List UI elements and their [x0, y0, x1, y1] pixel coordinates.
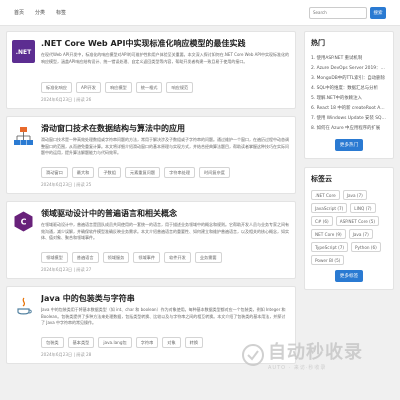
tag-cloud: .NET Core Java (7) JavaScript (7) LINQ (…: [311, 190, 387, 265]
post-tag[interactable]: 对象: [162, 337, 181, 348]
post-title[interactable]: .NET Core Web API中实现标准化响应模型的最佳实践: [41, 38, 289, 49]
post-meta: 2024年6月23日 | 阅读 26: [41, 97, 92, 102]
cloud-tag[interactable]: .NET Core: [311, 190, 340, 200]
watermark: 自动秒收录 AUTO · 来访·秒收录: [242, 338, 363, 371]
post-tag[interactable]: 响应规范: [166, 82, 194, 93]
nav-item-tags[interactable]: 标签: [56, 9, 66, 16]
post-tags: 滑动窗口 最大和 子数组 元素重复问题 字符串处理 时间复杂度: [41, 167, 289, 178]
post-list: .NET .NET Core Web API中实现标准化响应模型的最佳实践 在现…: [6, 31, 296, 371]
post-tag[interactable]: 普遍语言: [71, 252, 99, 263]
search-bar: 搜索: [309, 6, 386, 19]
post-tag[interactable]: 软件开发: [164, 252, 191, 263]
post-title[interactable]: 领域驱动设计中的普遍语言和相关概念: [41, 208, 289, 219]
post-tag[interactable]: 领域服务: [102, 252, 130, 263]
cloud-tag[interactable]: LINQ (7): [350, 203, 376, 213]
post-tag[interactable]: 标准化响应: [41, 82, 72, 93]
more-tags-button[interactable]: 更多标签: [334, 270, 364, 282]
search-input[interactable]: [309, 6, 367, 19]
cloud-tag[interactable]: Python (6): [351, 242, 381, 252]
post-tag[interactable]: 包装类: [41, 337, 64, 348]
cloud-tag[interactable]: TypeScript (7): [311, 242, 349, 252]
post-tag[interactable]: 字符串处理: [164, 167, 196, 178]
cloud-tag[interactable]: C# (6): [311, 216, 333, 226]
post-excerpt: 在现代Web API开发中，标准化的响应模型对API的可维护性和用户体验至关重要…: [41, 52, 289, 64]
hot-panel-title: 热门: [311, 39, 325, 47]
post-card: .NET .NET Core Web API中实现标准化响应模型的最佳实践 在现…: [6, 31, 296, 109]
post-tag[interactable]: java.lang包: [98, 337, 132, 348]
svg-text:.NET: .NET: [16, 49, 32, 56]
post-tag[interactable]: 基本类型: [67, 337, 95, 348]
hot-item[interactable]: 1. 使用ASP.NET 重试机制: [311, 54, 387, 64]
post-tag[interactable]: API开发: [75, 82, 101, 93]
hot-item[interactable]: 5. 理解.NET中的依赖注入: [311, 94, 387, 104]
post-tag[interactable]: 转换: [184, 337, 204, 348]
search-button[interactable]: 搜索: [370, 6, 386, 19]
post-tag[interactable]: 领域模型: [41, 252, 68, 263]
post-tag[interactable]: 统一格式: [135, 82, 163, 93]
dotnet-logo-icon[interactable]: .NET: [12, 40, 35, 63]
post-tag[interactable]: 领域事件: [133, 252, 161, 263]
hot-item[interactable]: 3. MongoDB中的TTL索引：自动删除: [311, 74, 387, 84]
post-tag[interactable]: 业务需要: [194, 252, 222, 263]
cloud-tag[interactable]: Java (7): [348, 229, 373, 239]
post-excerpt: 在领域驱动设计中，普遍语言是团队成员共同使用的一套统一的语言，用于描述业务领域中…: [41, 222, 289, 241]
watermark-logo-icon: [242, 343, 264, 366]
post-tag[interactable]: 字符串: [135, 337, 159, 348]
hot-item[interactable]: 6. React 18 中的新 createRoot API：: [311, 104, 387, 114]
post-title[interactable]: Java 中的包装类与字符串: [41, 293, 289, 304]
csharp-logo-icon[interactable]: C: [12, 210, 35, 233]
sitemap-icon[interactable]: [12, 125, 35, 148]
hot-item[interactable]: 2. Azure DevOps Server 2019：在本地部署: [311, 64, 387, 74]
cloud-tag[interactable]: ASP.NET Core (5): [335, 216, 380, 226]
watermark-text: 自动秒收录: [268, 342, 363, 363]
post-tag[interactable]: 子数组: [98, 167, 121, 178]
post-tag[interactable]: 时间复杂度: [199, 167, 230, 178]
nav-item-category[interactable]: 分类: [35, 9, 45, 16]
post-title[interactable]: 滑动窗口技术在数据结构与算法中的应用: [41, 123, 289, 134]
svg-text:C: C: [21, 218, 27, 227]
post-excerpt: 滑动窗口技术是一种高效处理数组或字符串问题的方法，常用于解决涉及子数组或子字符串…: [41, 137, 289, 156]
cloud-tag[interactable]: NET Core (9): [311, 229, 346, 239]
nav-item-home[interactable]: 首页: [14, 9, 24, 16]
post-meta: 2024年6月23日 | 阅读 27: [41, 267, 92, 272]
sidebar: 热门 1. 使用ASP.NET 重试机制 2. Azure DevOps Ser…: [304, 31, 394, 298]
post-card: C 领域驱动设计中的普遍语言和相关概念 在领域驱动设计中，普遍语言是团队成员共同…: [6, 201, 296, 279]
post-card: 滑动窗口技术在数据结构与算法中的应用 滑动窗口技术是一种高效处理数组或字符串问题…: [6, 116, 296, 194]
post-tag[interactable]: 元素重复问题: [124, 167, 161, 178]
cloud-tag[interactable]: JavaScript (7): [311, 203, 348, 213]
hot-item[interactable]: 8. 如何在 Azure 中应用程序的扩展: [311, 124, 387, 134]
java-logo-icon[interactable]: [12, 295, 35, 318]
post-meta: 2024年6月23日 | 阅读 25: [41, 182, 92, 187]
post-excerpt: Java 中的包装类用于将基本数据类型（如 int、char 和 boolean…: [41, 307, 286, 326]
tag-cloud-panel: 标签云 .NET Core Java (7) JavaScript (7) LI…: [304, 167, 394, 290]
watermark-subtext: AUTO · 来访·秒收录: [268, 365, 327, 371]
post-tag[interactable]: 最大和: [71, 167, 95, 178]
post-tags: 领域模型 普遍语言 领域服务 领域事件 软件开发 业务需要: [41, 252, 289, 263]
post-tags: 标准化响应 API开发 响应模型 统一格式 响应规范: [41, 82, 289, 93]
hot-item[interactable]: 7. 使用 Windows Update 安装 SQL Server: [311, 114, 387, 124]
more-hot-button[interactable]: 更多热门: [334, 139, 364, 151]
cloud-tag[interactable]: Java (7): [342, 190, 367, 200]
hot-panel: 热门 1. 使用ASP.NET 重试机制 2. Azure DevOps Ser…: [304, 31, 394, 159]
cloud-tag[interactable]: Power BI (5): [311, 255, 345, 265]
top-bar: 首页 分类 标签 搜索: [0, 0, 400, 26]
tag-cloud-title: 标签云: [311, 175, 332, 183]
post-tag[interactable]: 响应模型: [104, 82, 132, 93]
post-tag[interactable]: 滑动窗口: [41, 167, 68, 178]
main-nav: 首页 分类 标签: [14, 9, 66, 16]
hot-item[interactable]: 4. SQL中的维度：数据汇总与分析: [311, 84, 387, 94]
